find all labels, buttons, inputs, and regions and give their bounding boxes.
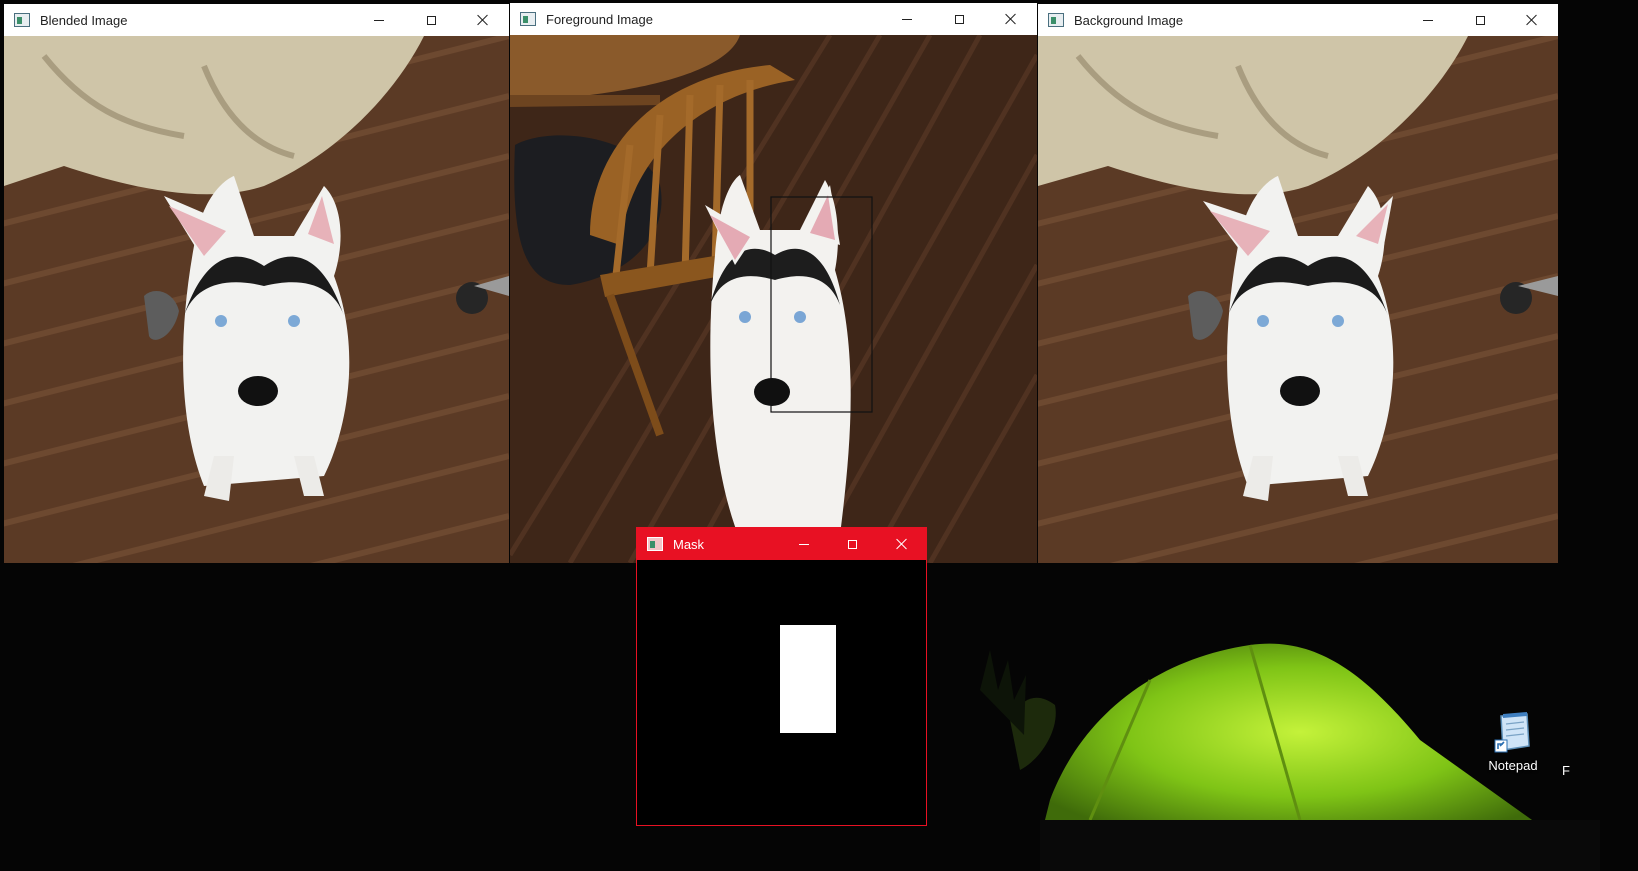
minimize-icon: [902, 18, 912, 20]
close-button[interactable]: [877, 528, 926, 560]
maximize-icon: [426, 15, 436, 25]
close-button[interactable]: [985, 3, 1037, 35]
maximize-icon: [954, 14, 964, 24]
blended-image-window[interactable]: Blended Image: [4, 4, 509, 563]
background-window-titlebar[interactable]: Background Image: [1038, 4, 1558, 36]
foreground-image-window[interactable]: Foreground Image: [510, 3, 1037, 563]
close-icon: [896, 538, 908, 550]
minimize-icon: [374, 19, 384, 21]
close-button[interactable]: [457, 4, 509, 36]
window-title: Mask: [673, 536, 705, 552]
minimize-button[interactable]: [779, 528, 828, 560]
maximize-button[interactable]: [1454, 4, 1506, 36]
app-window-icon: [520, 12, 536, 26]
mask-white-region: [780, 625, 836, 733]
maximize-button[interactable]: [933, 3, 985, 35]
foreground-window-titlebar[interactable]: Foreground Image: [510, 3, 1037, 35]
background-image-window[interactable]: Background Image: [1038, 4, 1558, 563]
mask-image: [637, 560, 926, 825]
notepad-label: Notepad: [1488, 758, 1538, 773]
minimize-icon: [1423, 19, 1433, 21]
window-title: Background Image: [1074, 12, 1184, 28]
mask-window-titlebar[interactable]: Mask: [637, 528, 926, 560]
close-icon: [477, 14, 489, 26]
mask-window[interactable]: Mask: [636, 527, 927, 826]
window-title: Blended Image: [40, 12, 128, 28]
close-button[interactable]: [1506, 4, 1558, 36]
minimize-button[interactable]: [1402, 4, 1454, 36]
minimize-icon: [798, 543, 809, 545]
blended-window-titlebar[interactable]: Blended Image: [4, 4, 509, 36]
maximize-icon: [1475, 15, 1485, 25]
maximize-button[interactable]: [828, 528, 877, 560]
background-image: [1038, 36, 1558, 563]
minimize-button[interactable]: [353, 4, 405, 36]
blended-image: [4, 36, 509, 563]
minimize-button[interactable]: [881, 3, 933, 35]
offscreen-desktop-label[interactable]: F: [1562, 763, 1570, 778]
maximize-button[interactable]: [405, 4, 457, 36]
app-window-icon: [1048, 13, 1064, 27]
close-icon: [1526, 14, 1538, 26]
maximize-icon: [848, 539, 857, 549]
app-window-icon: [14, 13, 30, 27]
foreground-image: [510, 35, 1037, 563]
notepad-icon: [1491, 710, 1535, 754]
notepad-desktop-shortcut[interactable]: Notepad: [1482, 710, 1544, 773]
app-window-icon: [647, 537, 663, 551]
close-icon: [1005, 13, 1017, 25]
window-title: Foreground Image: [546, 11, 653, 27]
